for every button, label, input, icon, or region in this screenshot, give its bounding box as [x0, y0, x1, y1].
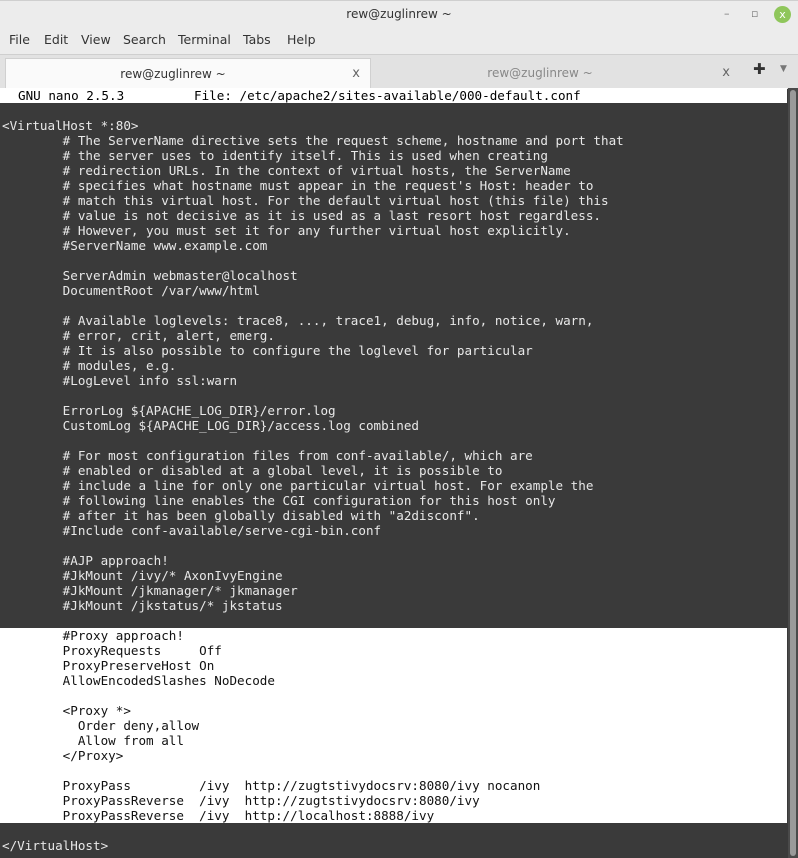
scrollbar[interactable]: [788, 88, 798, 858]
editor-line: # after it has been globally disabled wi…: [2, 508, 480, 523]
editor-line: # following line enables the CGI configu…: [2, 493, 556, 508]
nano-title-bar: GNU nano 2.5.3 File: /etc/apache2/sites-…: [0, 88, 787, 103]
editor-line: Allow from all: [2, 733, 184, 748]
editor-line: # specifies what hostname must appear in…: [2, 178, 594, 193]
editor-line: #JkMount /jkstatus/* jkstatus: [2, 598, 283, 613]
editor-line: # match this virtual host. For the defau…: [2, 193, 609, 208]
editor-line: ProxyPassReverse /ivy http://zugtstivydo…: [2, 793, 480, 808]
menu-bar: File Edit View Search Terminal Tabs Help: [0, 28, 798, 54]
new-tab-plus-icon[interactable]: ✚: [753, 60, 766, 78]
editor-line: ProxyPass /ivy http://zugtstivydocsrv:80…: [2, 778, 541, 793]
menu-tabs[interactable]: Tabs: [243, 32, 271, 47]
editor-line: CustomLog ${APACHE_LOG_DIR}/access.log c…: [2, 418, 420, 433]
tab-terminal-2[interactable]: rew@zuglinrew ~ x: [370, 58, 740, 89]
editor-line: #ServerName www.example.com: [2, 238, 268, 253]
editor-line: # include a line for only one particular…: [2, 478, 594, 493]
editor-line: <Proxy *>: [2, 703, 131, 718]
menu-help[interactable]: Help: [287, 32, 316, 47]
editor-line: ProxyPassReverse /ivy http://localhost:8…: [2, 808, 435, 823]
tab-list-chevron-down-icon[interactable]: ▼: [780, 64, 787, 74]
tab-label: rew@zuglinrew ~: [120, 67, 226, 81]
nano-filename: File: /etc/apache2/sites-available/000-d…: [194, 88, 581, 103]
editor-line: # The ServerName directive sets the requ…: [2, 133, 624, 148]
editor-line: #LogLevel info ssl:warn: [2, 373, 238, 388]
editor-line: # redirection URLs. In the context of vi…: [2, 163, 571, 178]
tab-terminal-1[interactable]: rew@zuglinrew ~ x: [5, 58, 371, 90]
terminal-area[interactable]: GNU nano 2.5.3 File: /etc/apache2/sites-…: [0, 88, 787, 858]
maximize-button[interactable]: ▫: [751, 7, 758, 20]
tab-label: rew@zuglinrew ~: [487, 66, 593, 80]
editor-line: </VirtualHost>: [2, 838, 109, 853]
editor-line: # value is not decisive as it is used as…: [2, 208, 601, 223]
editor-line: #Proxy approach!: [2, 628, 184, 643]
editor-line: # For most configuration files from conf…: [2, 448, 533, 463]
menu-file[interactable]: File: [9, 32, 30, 47]
editor-line: # modules, e.g.: [2, 358, 177, 373]
window-titlebar: rew@zuglinrew ~ – ▫ x: [0, 0, 798, 29]
editor-line: # enabled or disabled at a global level,…: [2, 463, 503, 478]
editor-line: # However, you must set it for any furth…: [2, 223, 571, 238]
editor-line: #JkMount /ivy/* AxonIvyEngine: [2, 568, 283, 583]
menu-search[interactable]: Search: [123, 32, 166, 47]
editor-line: # Available loglevels: trace8, ..., trac…: [2, 313, 594, 328]
editor-buffer[interactable]: <VirtualHost *:80> # The ServerName dire…: [2, 118, 624, 853]
scrollbar-thumb[interactable]: [790, 90, 796, 856]
editor-line: # the server uses to identify itself. Th…: [2, 148, 548, 163]
editor-line: ServerAdmin webmaster@localhost: [2, 268, 298, 283]
menu-terminal[interactable]: Terminal: [178, 32, 231, 47]
nano-version: GNU nano 2.5.3: [18, 88, 125, 103]
editor-line: DocumentRoot /var/www/html: [2, 283, 260, 298]
menu-view[interactable]: View: [81, 32, 111, 47]
editor-line: Order deny,allow: [2, 718, 200, 733]
minimize-button[interactable]: –: [724, 7, 730, 20]
editor-line: #AJP approach!: [2, 553, 169, 568]
close-tab-icon[interactable]: x: [722, 65, 730, 80]
close-window-button[interactable]: x: [774, 6, 791, 23]
tab-bar: rew@zuglinrew ~ x rew@zuglinrew ~ x: [0, 54, 798, 90]
editor-line: # It is also possible to configure the l…: [2, 343, 533, 358]
editor-line: # error, crit, alert, emerg.: [2, 328, 275, 343]
editor-line: #JkMount /jkmanager/* jkmanager: [2, 583, 298, 598]
editor-line: </Proxy>: [2, 748, 124, 763]
editor-line: #Include conf-available/serve-cgi-bin.co…: [2, 523, 382, 538]
editor-line: ProxyRequests Off: [2, 643, 222, 658]
menu-edit[interactable]: Edit: [44, 32, 68, 47]
close-tab-icon[interactable]: x: [352, 66, 360, 81]
editor-line: <VirtualHost *:80>: [2, 118, 139, 133]
window-title: rew@zuglinrew ~: [346, 7, 452, 21]
editor-line: ErrorLog ${APACHE_LOG_DIR}/error.log: [2, 403, 336, 418]
editor-line: ProxyPreserveHost On: [2, 658, 215, 673]
editor-line: AllowEncodedSlashes NoDecode: [2, 673, 275, 688]
